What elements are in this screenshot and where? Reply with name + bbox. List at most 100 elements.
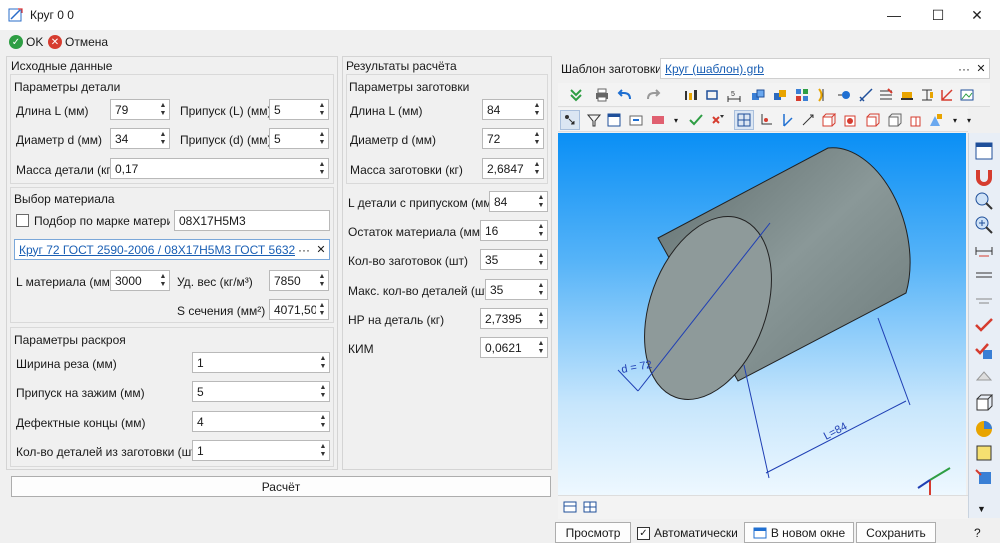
shapes-icon[interactable] [926, 110, 946, 130]
pin-icon[interactable] [937, 85, 957, 105]
text-icon[interactable] [917, 85, 937, 105]
auto-checkbox[interactable]: ✓ [637, 526, 650, 540]
measure-icon-3[interactable] [973, 288, 995, 310]
spin-arrows-icon[interactable]: ▲ ▼ [535, 192, 547, 211]
ok-button[interactable]: ✓ OK [9, 33, 43, 51]
spin-arrows-icon[interactable]: ▲ ▼ [535, 250, 547, 269]
sphere-icon[interactable] [834, 85, 854, 105]
frame-icon[interactable] [702, 85, 722, 105]
lmat-input[interactable]: 3000 ▲ ▼ [110, 270, 170, 291]
allow-d-input[interactable]: 5 ▲ ▼ [269, 128, 329, 149]
density-input[interactable]: 7850 ▲ ▼ [269, 270, 329, 291]
clamp-input[interactable]: 5 ▲ ▼ [192, 381, 330, 402]
select-filter-icon[interactable] [626, 110, 646, 130]
spin-arrows-icon[interactable]: ▲ ▼ [317, 382, 329, 401]
dimension-icon[interactable]: 5 [724, 85, 744, 105]
check-cube-icon[interactable] [973, 340, 995, 362]
box-view-icon-5[interactable] [906, 110, 926, 130]
spin-arrows-icon[interactable]: ▲ ▼ [531, 159, 543, 178]
clear-filter-icon[interactable] [708, 110, 728, 130]
minimize-button[interactable]: — [871, 0, 917, 30]
bracket-icon[interactable] [812, 85, 832, 105]
spin-arrows-icon[interactable]: ▲ ▼ [316, 100, 328, 119]
pie-icon[interactable] [973, 418, 995, 440]
blank-diameter-input[interactable]: 72 ▲ ▼ [482, 128, 544, 149]
hat-icon[interactable] [897, 85, 917, 105]
properties-icon[interactable] [973, 466, 995, 488]
plane-icon[interactable] [973, 366, 995, 388]
undo-icon[interactable] [614, 85, 634, 105]
section-input[interactable]: 4071,504 ▲▼ [269, 299, 329, 320]
spin-arrows-icon[interactable]: ▲ ▼ [535, 221, 547, 240]
axis-z-icon[interactable] [798, 110, 818, 130]
panel-icon[interactable] [973, 140, 995, 162]
preview-button[interactable]: Просмотр [555, 522, 631, 543]
spin-arrows-icon[interactable]: ▲ ▼ [157, 100, 169, 119]
calculate-button[interactable]: Расчёт [11, 476, 551, 497]
more-dots-icon[interactable]: ··· [295, 243, 313, 257]
clear-icon[interactable]: ✕ [313, 243, 329, 256]
spin-arrows-icon[interactable]: ▲ ▼ [157, 271, 169, 290]
layout-single-icon[interactable] [560, 497, 580, 517]
redo-icon[interactable] [644, 85, 664, 105]
color-swatch-icon[interactable] [648, 110, 668, 130]
spin-arrows-icon[interactable]: ▲ ▼ [316, 129, 328, 148]
spin-arrows-icon[interactable]: ▲ ▼ [157, 129, 169, 148]
grade-checkbox[interactable] [16, 214, 29, 227]
box-view-icon-4[interactable] [884, 110, 904, 130]
kerf-input[interactable]: 1 ▲ ▼ [192, 352, 330, 373]
zoom-icon[interactable] [973, 190, 995, 212]
window-filter-icon[interactable] [604, 110, 624, 130]
grade-input[interactable]: 08Х17Н5М3 [174, 210, 330, 231]
zoom-in-icon[interactable] [973, 214, 995, 236]
grid-cubes-icon[interactable] [792, 85, 812, 105]
cubes-icon[interactable] [748, 85, 768, 105]
count-input[interactable]: 1 ▲ ▼ [192, 440, 330, 461]
auto-checkbox-row[interactable]: ✓ Автоматически [637, 526, 738, 540]
layout-split-icon[interactable] [580, 497, 600, 517]
overflow-icon[interactable]: ▾ [959, 110, 979, 130]
image-icon[interactable] [957, 85, 977, 105]
pointer-icon[interactable] [778, 110, 798, 130]
cubes-icon-2[interactable] [770, 85, 790, 105]
material-link[interactable]: Круг 72 ГОСТ 2590-2006 / 08Х17Н5М3 ГОСТ … [19, 243, 295, 257]
cancel-button[interactable]: ✕ Отмена [48, 33, 108, 51]
allow-l-input[interactable]: 5 ▲ ▼ [269, 99, 329, 120]
blank-mass-input[interactable]: 2,6847 ▲ ▼ [482, 158, 544, 179]
spin-arrows-icon[interactable]: ▲ ▼ [531, 129, 543, 148]
sketch-icon[interactable] [856, 85, 876, 105]
spin-arrows-icon[interactable]: ▲ ▼ [316, 159, 328, 178]
result-row-input[interactable]: 16 ▲ ▼ [480, 220, 548, 241]
box-view-icon[interactable] [818, 110, 838, 130]
new-window-button[interactable]: В новом окне [744, 522, 854, 543]
spin-arrows-icon[interactable]: ▲ ▼ [317, 412, 329, 431]
layer-icon[interactable] [973, 442, 995, 464]
box-view-icon-2[interactable] [840, 110, 860, 130]
spin-arrows-icon[interactable]: ▲ ▼ [317, 441, 329, 460]
length-input[interactable]: 79 ▲ ▼ [110, 99, 170, 120]
close-window-button[interactable]: ✕ [954, 0, 1000, 30]
print-icon[interactable] [592, 85, 612, 105]
layers-icon[interactable] [560, 110, 580, 130]
dropdown-icon[interactable]: ▾ [666, 110, 686, 130]
material-selector[interactable]: Круг 72 ГОСТ 2590-2006 / 08Х17Н5М3 ГОСТ … [14, 239, 330, 260]
result-row-input[interactable]: 84 ▲ ▼ [489, 191, 548, 212]
spin-arrows-icon[interactable]: ▲ ▼ [535, 280, 547, 299]
grid-view-icon[interactable] [734, 110, 754, 130]
spin-arrows-icon[interactable]: ▲ ▼ [535, 309, 547, 328]
result-row-input[interactable]: 35 ▲ ▼ [480, 249, 548, 270]
model-viewport[interactable]: d = 72 L=84 [558, 133, 966, 498]
measure-icon-2[interactable] [973, 264, 995, 286]
measure-icon[interactable] [973, 240, 995, 262]
result-row-input[interactable]: 0,0621 ▲ ▼ [480, 337, 548, 358]
filter-icon[interactable] [584, 110, 604, 130]
blank-length-input[interactable]: 84 ▲ ▼ [482, 99, 544, 120]
spin-arrows-icon[interactable]: ▲ ▼ [535, 338, 547, 357]
defect-input[interactable]: 4 ▲ ▼ [192, 411, 330, 432]
scroll-down-icon[interactable]: ▼ [977, 504, 986, 514]
help-button[interactable]: ? [974, 526, 981, 540]
table-icon[interactable] [876, 85, 896, 105]
collapse-icon[interactable] [566, 85, 586, 105]
cube-icon[interactable] [973, 392, 995, 414]
check-tools-icon[interactable] [973, 314, 995, 336]
